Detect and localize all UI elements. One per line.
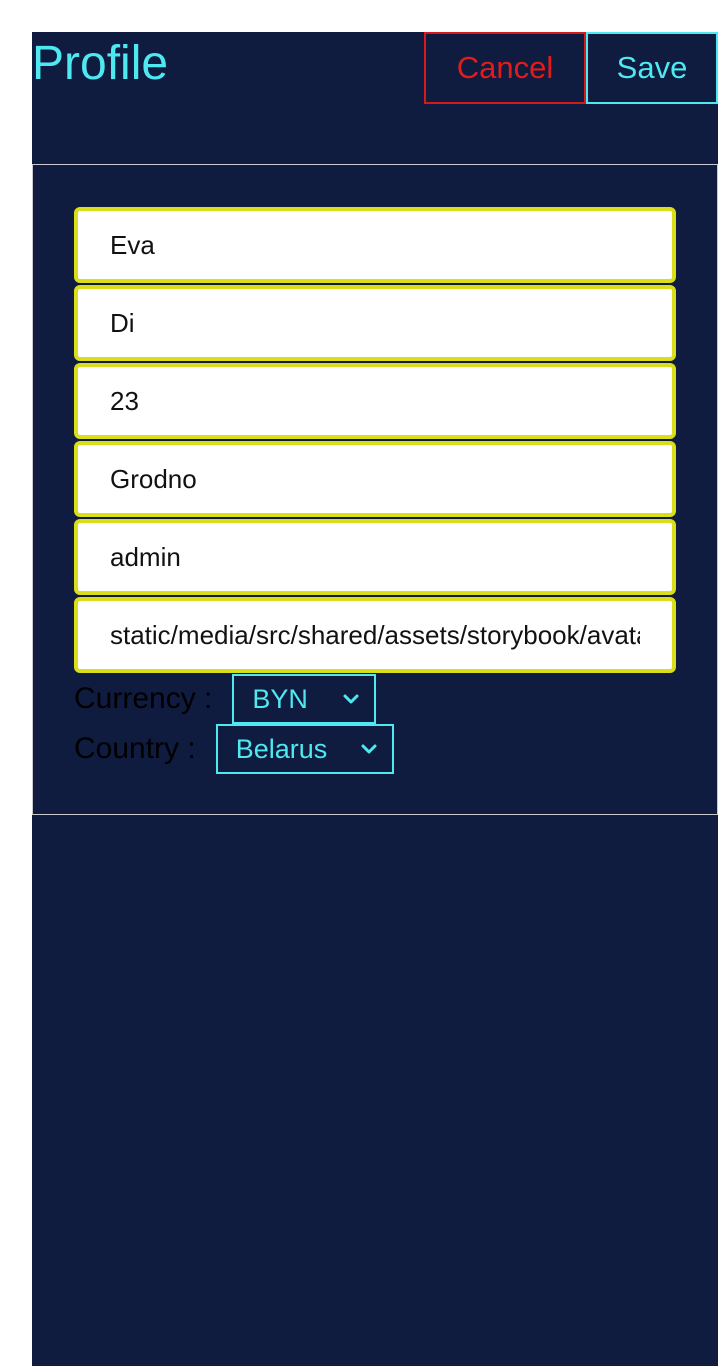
country-label: Country : — [74, 732, 196, 765]
username-input[interactable] — [74, 519, 676, 595]
currency-label: Currency : — [74, 682, 213, 715]
profile-card: Currency : BYN Country : Belarus — [32, 165, 718, 815]
age-input[interactable] — [74, 363, 676, 439]
country-value: Belarus — [235, 734, 328, 764]
chevron-down-icon — [361, 744, 377, 754]
country-row: Country : Belarus — [74, 724, 394, 774]
cancel-button[interactable]: Cancel — [424, 32, 586, 104]
currency-value: BYN — [252, 684, 308, 714]
first-name-input[interactable] — [74, 207, 676, 283]
city-input[interactable] — [74, 441, 676, 517]
currency-select[interactable]: BYN — [232, 674, 377, 724]
page-title: Profile — [32, 37, 169, 90]
save-button[interactable]: Save — [586, 32, 718, 104]
currency-row: Currency : BYN — [74, 674, 377, 724]
avatar-input[interactable] — [74, 597, 676, 673]
chevron-down-icon — [343, 694, 359, 704]
last-name-input[interactable] — [74, 285, 676, 361]
country-select[interactable]: Belarus — [215, 724, 394, 774]
profile-page: Profile Cancel Save Currency : BYN Count… — [32, 32, 718, 1366]
profile-header: Profile Cancel Save — [32, 32, 718, 165]
